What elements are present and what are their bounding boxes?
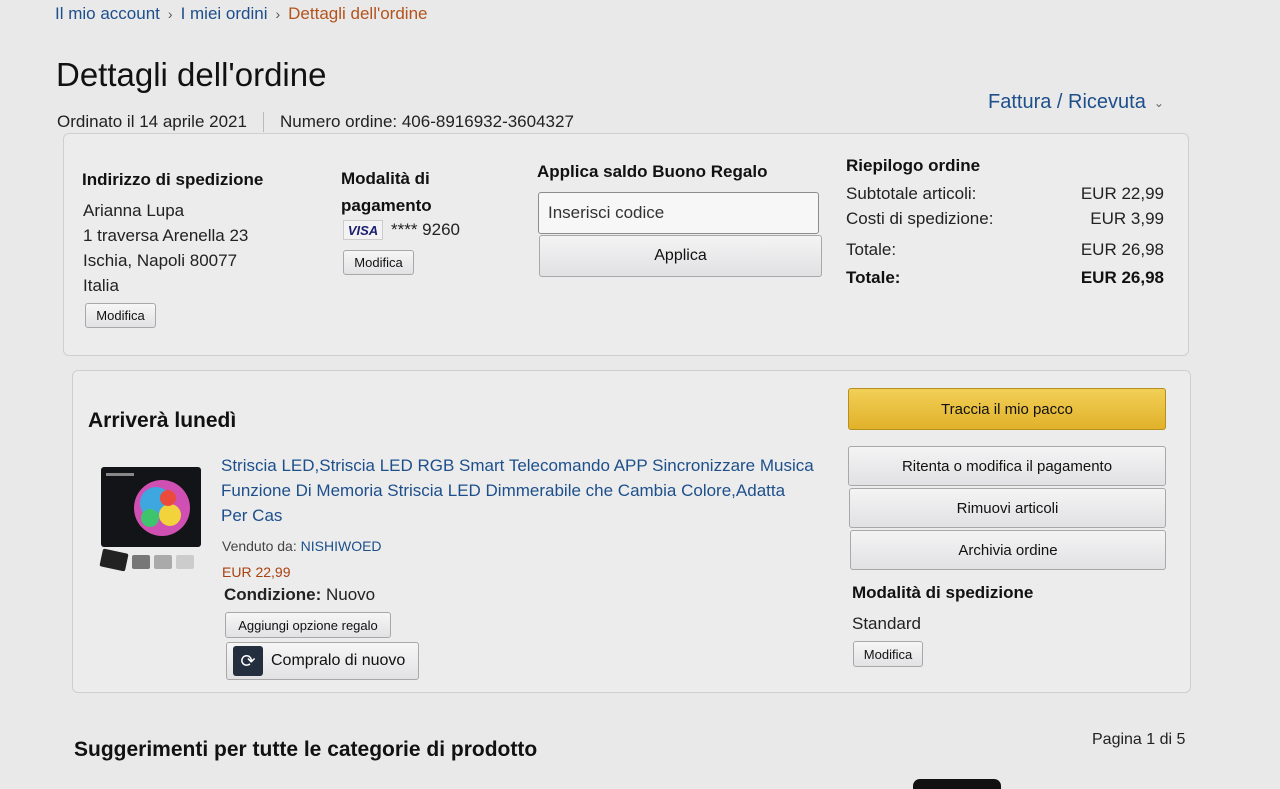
product-title-line[interactable]: Per Cas — [221, 503, 821, 528]
breadcrumb-orders[interactable]: I miei ordini — [181, 4, 268, 24]
pagination: Pagina 1 di 5 — [1092, 731, 1186, 748]
order-number: Numero ordine: 406-8916932-3604327 — [279, 112, 574, 131]
item-price: EUR 22,99 — [222, 564, 291, 580]
summary-value: EUR 26,98 — [1080, 268, 1164, 287]
modify-address-button[interactable]: Modifica — [85, 303, 156, 328]
partial-carousel-tab — [913, 779, 1001, 789]
suggestions-heading: Suggerimenti per tutte le categorie di p… — [74, 738, 538, 761]
card-number: **** 9260 — [391, 220, 461, 239]
buy-again-label: Compralo di nuovo — [271, 652, 406, 669]
retry-payment-button[interactable]: Ritenta o modifica il pagamento — [848, 446, 1166, 486]
breadcrumb-account[interactable]: Il mio account — [55, 4, 160, 24]
product-title-line[interactable]: Striscia LED,Striscia LED RGB Smart Tele… — [221, 453, 821, 478]
shipping-address: Arianna Lupa 1 traversa Arenella 23 Isch… — [83, 198, 248, 298]
product-image[interactable] — [98, 463, 208, 575]
summary-value: EUR 26,98 — [1080, 240, 1164, 259]
shipping-method-value: Standard — [852, 614, 921, 633]
payment-heading-line: Modalità di — [341, 169, 430, 188]
summary-value: EUR 3,99 — [1090, 209, 1164, 228]
item-condition: Condizione: Nuovo — [224, 585, 375, 605]
address-line: 1 traversa Arenella 23 — [83, 226, 249, 245]
archive-order-button[interactable]: Archivia ordine — [850, 530, 1166, 570]
track-package-button[interactable]: Traccia il mio pacco — [848, 388, 1166, 430]
condition-label: Condizione: — [224, 585, 322, 604]
apply-gift-button[interactable]: Applica — [539, 235, 822, 277]
summary-row: Costi di spedizione: EUR 3,99 — [846, 209, 1164, 229]
order-meta: Ordinato il 14 aprile 2021 Numero ordine… — [57, 112, 574, 132]
led-strip-product-icon — [99, 467, 201, 572]
visa-icon: VISA — [343, 220, 383, 240]
gift-code-input[interactable]: Inserisci codice — [538, 192, 819, 234]
shipping-method-heading: Modalità di spedizione — [852, 583, 1034, 602]
invoice-link[interactable]: Fattura / Ricevuta — [988, 91, 1146, 114]
modify-payment-button[interactable]: Modifica — [343, 250, 414, 275]
chevron-down-icon: ⌄ — [1153, 95, 1164, 110]
shipping-address-heading: Indirizzo di spedizione — [82, 170, 264, 189]
divider — [262, 112, 264, 132]
arrival-heading: Arriverà lunedì — [88, 409, 237, 432]
address-line: Ischia, Napoli 80077 — [83, 251, 238, 270]
remove-items-button[interactable]: Rimuovi articoli — [849, 488, 1166, 528]
gift-card-heading: Applica saldo Buono Regalo — [537, 162, 768, 181]
summary-label: Subtotale articoli: — [846, 184, 977, 203]
summary-row: Totale: EUR 26,98 — [846, 240, 1164, 260]
summary-row: Subtotale articoli: EUR 22,99 — [846, 184, 1164, 204]
payment-heading: Modalità di pagamento — [341, 165, 432, 219]
address-line: Italia — [83, 276, 119, 295]
order-date: Ordinato il 14 aprile 2021 — [57, 112, 247, 131]
chevron-right-icon: › — [275, 6, 281, 22]
buy-again-button[interactable]: ⟳ Compralo di nuovo — [226, 642, 419, 680]
sold-by-label: Venduto da: — [222, 538, 297, 554]
summary-value: EUR 22,99 — [1080, 184, 1164, 203]
payment-heading-line: pagamento — [341, 196, 432, 215]
product-title-link[interactable]: Striscia LED,Striscia LED RGB Smart Tele… — [221, 453, 821, 528]
summary-heading: Riepilogo ordine — [846, 156, 981, 175]
gift-option-button[interactable]: Aggiungi opzione regalo — [225, 612, 391, 638]
invoice-dropdown[interactable]: Fattura / Ricevuta ⌄ — [988, 91, 1164, 114]
page-title: Dettagli dell'ordine — [56, 56, 327, 93]
summary-label: Totale: — [846, 240, 897, 259]
seller-link[interactable]: NISHIWOED — [301, 538, 382, 554]
condition-value: Nuovo — [326, 585, 376, 604]
payment-card: VISA **** 9260 — [343, 220, 460, 240]
breadcrumb-current: Dettagli dell'ordine — [288, 4, 428, 23]
chevron-right-icon: › — [167, 6, 173, 22]
modify-shipping-button[interactable]: Modifica — [853, 641, 923, 667]
summary-label: Costi di spedizione: — [846, 209, 994, 228]
breadcrumb: Il mio account › I miei ordini › Dettagl… — [55, 4, 428, 24]
summary-total-row: Totale: EUR 26,98 — [846, 268, 1164, 288]
address-line: Arianna Lupa — [83, 201, 185, 220]
sold-by: Venduto da: NISHIWOED — [222, 538, 382, 554]
summary-label: Totale: — [846, 268, 901, 287]
buy-again-icon: ⟳ — [233, 646, 263, 676]
product-title-line[interactable]: Funzione Di Memoria Striscia LED Dimmera… — [221, 478, 821, 503]
